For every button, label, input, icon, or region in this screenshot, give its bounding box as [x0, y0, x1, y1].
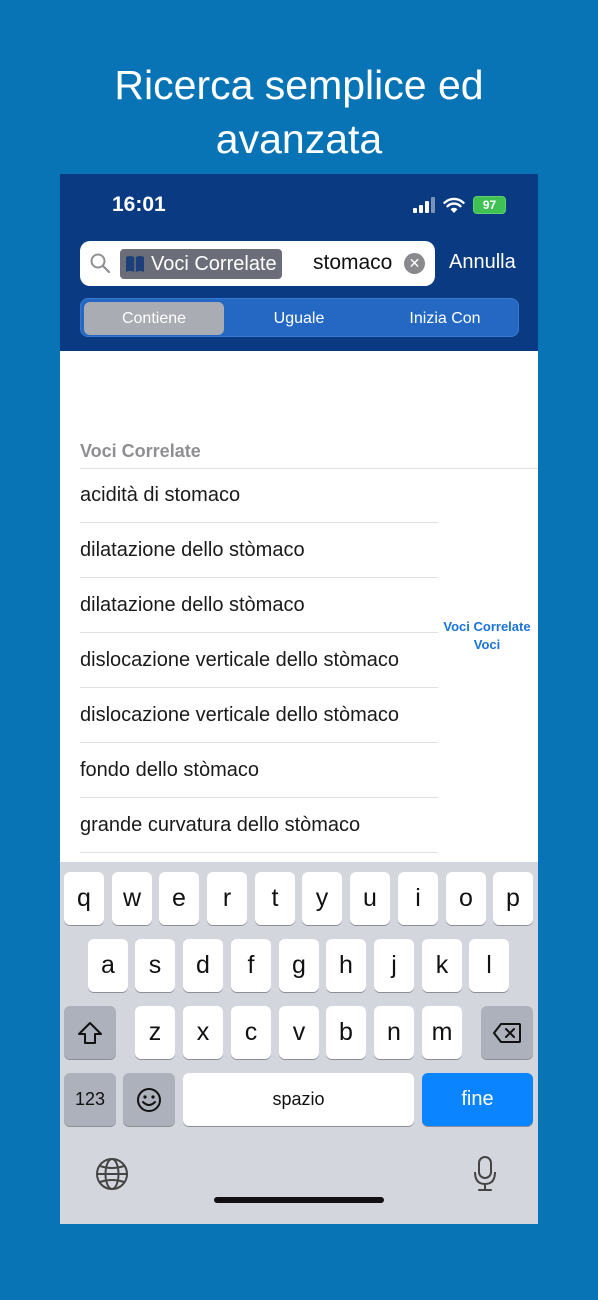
- list-item[interactable]: fondo dello stòmaco: [80, 743, 438, 798]
- key-j[interactable]: j: [374, 939, 414, 992]
- search-mode-segmented-control: Contiene Uguale Inizia Con: [80, 298, 519, 337]
- search-bar[interactable]: Voci Correlate stomaco ✕: [80, 241, 435, 286]
- key-b[interactable]: b: [326, 1006, 366, 1059]
- key-m[interactable]: m: [422, 1006, 462, 1059]
- search-input[interactable]: stomaco: [313, 251, 392, 275]
- key-g[interactable]: g: [279, 939, 319, 992]
- search-scope-token[interactable]: Voci Correlate: [120, 249, 282, 279]
- backspace-icon: [493, 1022, 521, 1043]
- cancel-button[interactable]: Annulla: [449, 251, 516, 274]
- key-n[interactable]: n: [374, 1006, 414, 1059]
- headline-line-1: Ricerca semplice ed: [114, 62, 484, 108]
- key-y[interactable]: y: [302, 872, 342, 925]
- battery-level: 97: [482, 198, 497, 212]
- key-f[interactable]: f: [231, 939, 271, 992]
- emoji-icon: [137, 1087, 161, 1112]
- list-item[interactable]: acidità di stomaco: [80, 468, 438, 523]
- key-r[interactable]: r: [207, 872, 247, 925]
- segment-starts-with[interactable]: Inizia Con: [375, 302, 515, 335]
- list-item[interactable]: dilatazione dello stòmaco: [80, 523, 438, 578]
- status-time: 16:01: [112, 193, 166, 216]
- signal-icon: [413, 197, 435, 213]
- key-u[interactable]: u: [350, 872, 390, 925]
- list-item[interactable]: dislocazione verticale dello stòmaco: [80, 688, 438, 743]
- section-index-item[interactable]: Voci: [436, 636, 538, 654]
- status-icons: 97: [413, 194, 506, 216]
- list-item[interactable]: grande curvatura dello stòmaco: [80, 798, 438, 853]
- key-s[interactable]: s: [135, 939, 175, 992]
- delete-key[interactable]: [481, 1006, 533, 1059]
- search-scope-label: Voci Correlate: [151, 252, 277, 275]
- book-icon: [126, 256, 144, 272]
- section-index[interactable]: Voci Correlate Voci: [436, 618, 538, 654]
- navigation-bar: 16:01 97 Voci Correlate stomaco ✕ Annull…: [60, 174, 538, 351]
- headline: Ricerca semplice ed avanzata: [0, 58, 598, 166]
- key-o[interactable]: o: [446, 872, 486, 925]
- key-e[interactable]: e: [159, 872, 199, 925]
- key-x[interactable]: x: [183, 1006, 223, 1059]
- search-icon: [90, 253, 111, 274]
- microphone-icon[interactable]: [473, 1155, 497, 1193]
- key-z[interactable]: z: [135, 1006, 175, 1059]
- shift-key[interactable]: [64, 1006, 116, 1059]
- done-key[interactable]: fine: [422, 1073, 533, 1126]
- clear-icon[interactable]: ✕: [404, 253, 425, 274]
- key-l[interactable]: l: [469, 939, 509, 992]
- key-h[interactable]: h: [326, 939, 366, 992]
- globe-icon[interactable]: [95, 1157, 129, 1191]
- emoji-key[interactable]: [123, 1073, 175, 1126]
- section-index-item[interactable]: Voci Correlate: [436, 618, 538, 636]
- key-t[interactable]: t: [255, 872, 295, 925]
- key-a[interactable]: a: [88, 939, 128, 992]
- segment-equals[interactable]: Uguale: [229, 302, 369, 335]
- key-i[interactable]: i: [398, 872, 438, 925]
- shift-icon: [78, 1021, 102, 1044]
- phone-screen: 16:01 97 Voci Correlate stomaco ✕ Annull…: [60, 174, 538, 1224]
- results-list: acidità di stomaco dilatazione dello stò…: [80, 468, 438, 853]
- space-key[interactable]: spazio: [183, 1073, 414, 1126]
- list-item[interactable]: dislocazione verticale dello stòmaco: [80, 633, 438, 688]
- key-d[interactable]: d: [183, 939, 223, 992]
- segment-contains[interactable]: Contiene: [84, 302, 224, 335]
- key-p[interactable]: p: [493, 872, 533, 925]
- section-header: Voci Correlate: [80, 441, 201, 461]
- battery-icon: 97: [473, 196, 506, 214]
- headline-line-2: avanzata: [215, 116, 383, 162]
- key-q[interactable]: q: [64, 872, 104, 925]
- key-c[interactable]: c: [231, 1006, 271, 1059]
- numbers-key[interactable]: 123: [64, 1073, 116, 1126]
- key-w[interactable]: w: [112, 872, 152, 925]
- list-item[interactable]: dilatazione dello stòmaco: [80, 578, 438, 633]
- wifi-icon: [443, 197, 465, 213]
- keyboard: q w e r t y u i o p a s d f g h j k l z …: [60, 862, 538, 1224]
- home-indicator: [214, 1197, 384, 1203]
- key-v[interactable]: v: [279, 1006, 319, 1059]
- key-k[interactable]: k: [422, 939, 462, 992]
